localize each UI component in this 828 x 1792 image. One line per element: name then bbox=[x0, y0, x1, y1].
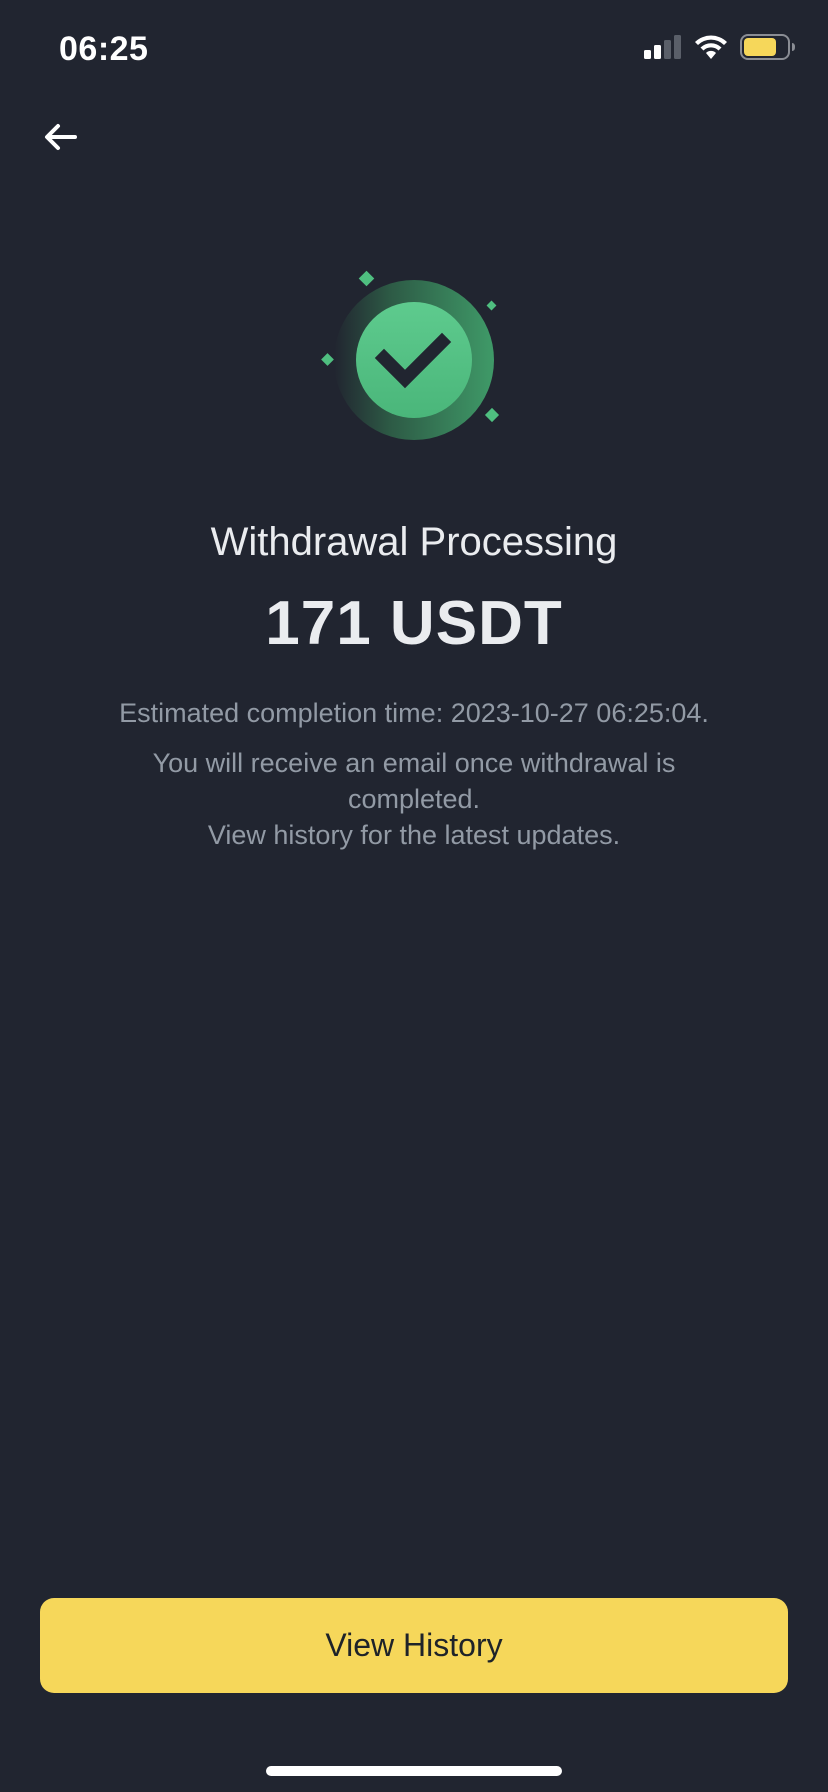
sparkle-diamond bbox=[321, 353, 334, 366]
wifi-icon bbox=[695, 35, 727, 59]
withdrawal-amount: 171 USDT bbox=[265, 589, 563, 658]
email-notice: You will receive an email once withdrawa… bbox=[152, 748, 676, 814]
sparkle-diamond bbox=[484, 407, 500, 423]
status-icons bbox=[644, 34, 796, 60]
info-text: You will receive an email once withdrawa… bbox=[144, 745, 684, 853]
home-indicator bbox=[266, 1766, 562, 1776]
sparkle-diamond bbox=[358, 270, 375, 287]
history-notice: View history for the latest updates. bbox=[207, 820, 621, 850]
back-button[interactable] bbox=[36, 112, 86, 162]
arrow-left-icon bbox=[45, 124, 77, 150]
status-time: 06:25 bbox=[59, 30, 149, 68]
sparkle-diamond bbox=[486, 300, 497, 311]
battery-icon bbox=[740, 34, 795, 60]
page-title: Withdrawal Processing bbox=[210, 520, 618, 564]
view-history-button[interactable]: View History bbox=[40, 1598, 788, 1693]
success-badge bbox=[321, 270, 500, 440]
success-graphic bbox=[314, 268, 514, 448]
cellular-signal-icon bbox=[644, 35, 681, 59]
status-bar: 06:25 bbox=[0, 0, 828, 100]
estimated-completion-time: Estimated completion time: 2023-10-27 06… bbox=[119, 698, 709, 728]
